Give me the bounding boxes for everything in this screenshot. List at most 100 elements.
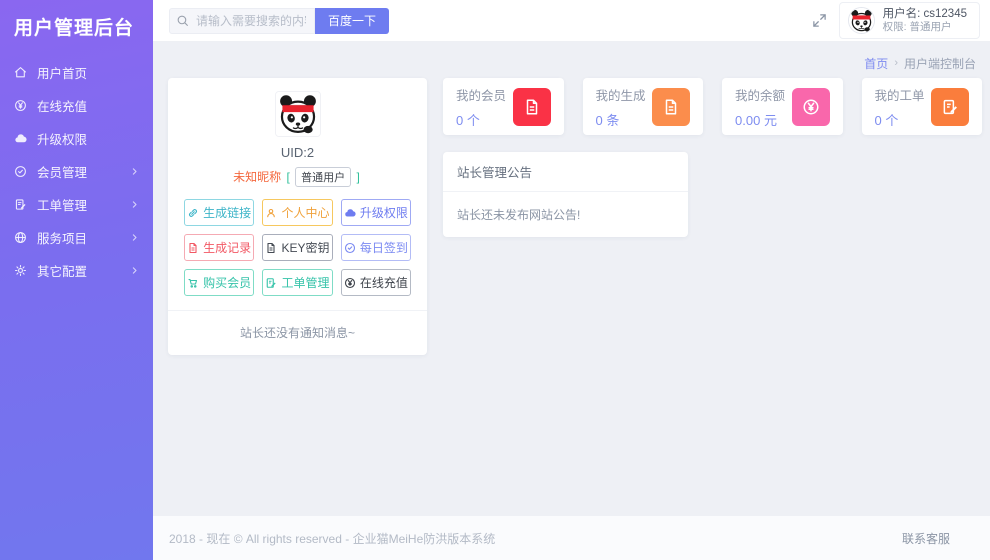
stat-value: 0 xyxy=(596,113,603,128)
sidebar-item-ticket-mgmt[interactable]: 工单管理 xyxy=(0,188,153,221)
stats-row: 我的会员 0 个 我的生成 0 条 xyxy=(443,78,982,135)
ticket-icon xyxy=(14,198,27,211)
gear-icon xyxy=(14,264,27,277)
button-label: 工单管理 xyxy=(281,274,329,291)
yen-circle-icon xyxy=(14,99,27,112)
announcement-panel: 站长管理公告 站长还未发布网站公告! xyxy=(443,152,688,237)
breadcrumb-separator: › xyxy=(894,57,898,69)
personal-center-button[interactable]: 个人中心 xyxy=(262,199,332,226)
yen-circle-icon xyxy=(792,88,830,126)
app-title: 用户管理后台 xyxy=(0,0,153,56)
bracket-close: ] xyxy=(357,170,360,184)
stat-card-tickets: 我的工单 0 个 xyxy=(862,78,983,135)
stat-unit: 元 xyxy=(764,113,777,128)
sidebar-item-label: 会员管理 xyxy=(37,162,87,181)
user-avatar xyxy=(848,7,875,34)
badge-check-icon xyxy=(14,165,27,178)
key-secret-button[interactable]: KEY密钥 xyxy=(262,234,332,261)
button-label: 生成记录 xyxy=(203,239,251,256)
breadcrumb: 首页 › 用户端控制台 xyxy=(168,50,982,76)
copyright-text: 2018 - 现在 © All rights reserved - 企业猫Mei… xyxy=(169,530,495,547)
profile-nickname-row: 未知昵称 [ 普通用户 ] xyxy=(184,167,411,187)
contact-support-link[interactable]: 联系客服 xyxy=(902,530,950,547)
button-label: 在线充值 xyxy=(360,274,408,291)
sidebar-menu: 用户首页 在线充值 升级权限 会员管理 xyxy=(0,56,153,287)
cloud-icon xyxy=(344,207,356,219)
fullscreen-icon[interactable] xyxy=(812,13,827,28)
sidebar-item-label: 升级权限 xyxy=(37,129,87,148)
file-icon xyxy=(187,242,199,254)
sidebar-item-label: 用户首页 xyxy=(37,63,87,82)
stat-unit: 条 xyxy=(606,113,619,128)
profile-nickname: 未知昵称 xyxy=(233,170,281,184)
profile-avatar xyxy=(275,91,321,137)
file-icon xyxy=(265,242,277,254)
buy-member-button[interactable]: 购买会员 xyxy=(184,269,254,296)
search-input[interactable] xyxy=(169,8,315,34)
topbar-username: 用户名: cs12345 xyxy=(883,7,967,21)
generate-link-button[interactable]: 生成链接 xyxy=(184,199,254,226)
button-label: 个人中心 xyxy=(281,204,329,221)
stat-label: 我的会员 xyxy=(456,85,506,104)
file-icon xyxy=(513,88,551,126)
cloud-icon xyxy=(14,132,27,145)
button-label: KEY密钥 xyxy=(281,239,329,256)
generate-records-button[interactable]: 生成记录 xyxy=(184,234,254,261)
upgrade-permission-button[interactable]: 升级权限 xyxy=(341,199,411,226)
daily-checkin-button[interactable]: 每日签到 xyxy=(341,234,411,261)
stat-card-members: 我的会员 0 个 xyxy=(443,78,564,135)
main-content: 首页 › 用户端控制台 UID:2 未知昵称 [ 普通用户 ] xyxy=(153,42,990,516)
stat-card-generated: 我的生成 0 条 xyxy=(583,78,704,135)
button-label: 购买会员 xyxy=(203,274,251,291)
footer: 2018 - 现在 © All rights reserved - 企业猫Mei… xyxy=(153,516,990,560)
sidebar-item-label: 工单管理 xyxy=(37,195,87,214)
stat-card-balance: 我的余额 0.00 元 xyxy=(722,78,843,135)
stat-label: 我的生成 xyxy=(596,85,646,104)
chevron-right-icon xyxy=(130,266,139,275)
profile-actions: 生成链接 个人中心 升级权限 xyxy=(184,199,411,296)
button-label: 生成链接 xyxy=(203,204,251,221)
link-icon xyxy=(187,207,199,219)
sidebar-item-label: 其它配置 xyxy=(37,261,87,280)
sidebar-item-label: 服务项目 xyxy=(37,228,87,247)
ticket-mgmt-button[interactable]: 工单管理 xyxy=(262,269,332,296)
search-icon xyxy=(176,14,189,27)
search-box: 百度一下 xyxy=(169,8,389,34)
user-icon xyxy=(265,207,277,219)
ticket-icon xyxy=(265,277,277,289)
sidebar-item-online-recharge[interactable]: 在线充值 xyxy=(0,89,153,122)
check-circle-icon xyxy=(344,242,356,254)
stat-value: 0 xyxy=(456,113,463,128)
announcement-body: 站长还未发布网站公告! xyxy=(443,192,688,237)
sidebar-item-upgrade[interactable]: 升级权限 xyxy=(0,122,153,155)
search-button[interactable]: 百度一下 xyxy=(315,8,389,34)
stat-label: 我的余额 xyxy=(735,85,785,104)
sidebar-item-user-home[interactable]: 用户首页 xyxy=(0,56,153,89)
chevron-right-icon xyxy=(130,167,139,176)
file-icon xyxy=(652,88,690,126)
cart-icon xyxy=(187,277,199,289)
bracket-open: [ xyxy=(286,170,289,184)
stat-label: 我的工单 xyxy=(875,85,925,104)
app-window: 用户管理后台 用户首页 在线充值 升级权限 xyxy=(0,0,990,560)
home-icon xyxy=(14,66,27,79)
sidebar-item-label: 在线充值 xyxy=(37,96,87,115)
stat-value: 0.00 xyxy=(735,113,760,128)
topbar: 百度一下 用户名: cs12345 权限: 普通用户 xyxy=(153,0,990,42)
button-label: 每日签到 xyxy=(360,239,408,256)
sidebar: 用户管理后台 用户首页 在线充值 升级权限 xyxy=(0,0,153,560)
breadcrumb-home[interactable]: 首页 xyxy=(864,55,888,72)
sidebar-item-other-config[interactable]: 其它配置 xyxy=(0,254,153,287)
online-recharge-button[interactable]: 在线充值 xyxy=(341,269,411,296)
announcement-title: 站长管理公告 xyxy=(443,152,688,192)
profile-card: UID:2 未知昵称 [ 普通用户 ] 生成链接 xyxy=(168,78,427,355)
ticket-icon xyxy=(931,88,969,126)
sidebar-item-services[interactable]: 服务项目 xyxy=(0,221,153,254)
chevron-right-icon xyxy=(130,233,139,242)
sidebar-item-member-mgmt[interactable]: 会员管理 xyxy=(0,155,153,188)
user-menu[interactable]: 用户名: cs12345 权限: 普通用户 xyxy=(839,2,980,40)
chevron-right-icon xyxy=(130,200,139,209)
stat-unit: 个 xyxy=(467,113,480,128)
stat-value: 0 xyxy=(875,113,882,128)
button-label: 升级权限 xyxy=(360,204,408,221)
